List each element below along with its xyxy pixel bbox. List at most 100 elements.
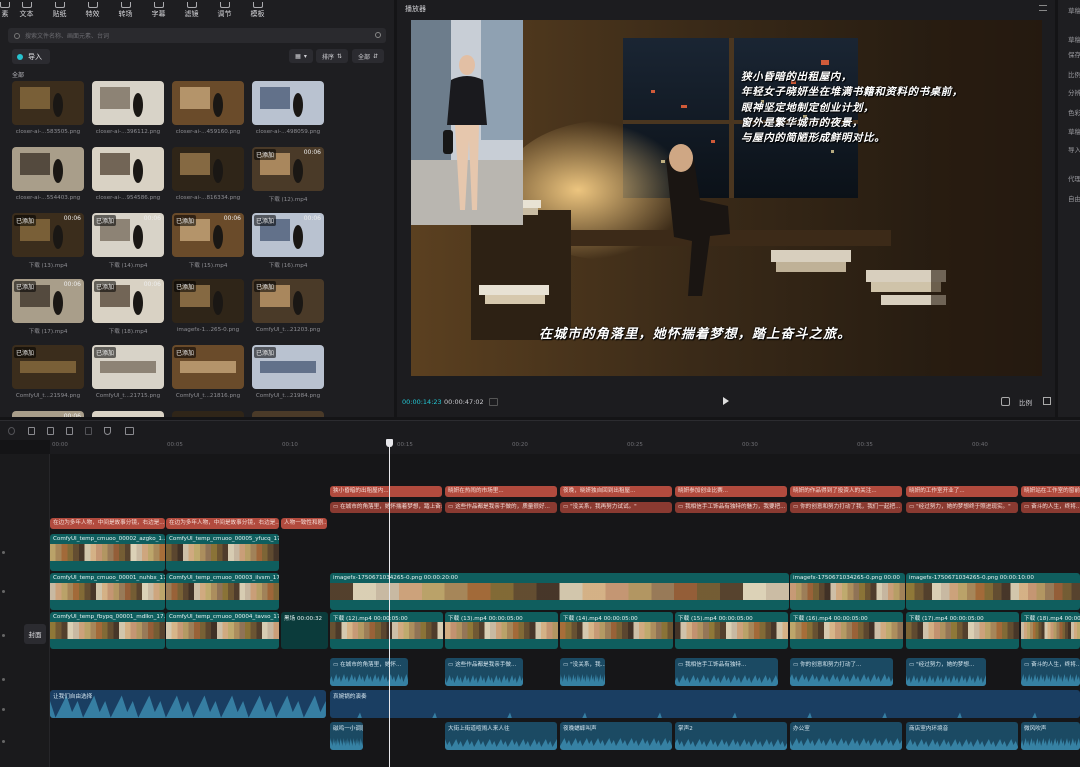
playhead[interactable] <box>389 440 390 767</box>
subtitle-clip[interactable]: ▭ 这些作品都是我亲手做的，质量很好... <box>445 502 557 513</box>
media-thumbnail[interactable]: 已添加 00:06 <box>252 147 324 191</box>
subtitle-clip[interactable]: ▭ 在城市的角落里，她怀揣着梦想，踏上奋斗... <box>330 502 442 513</box>
media-item[interactable]: 已添加 00:06 下载 (17).mp4 <box>12 279 84 335</box>
subtitle-clip[interactable]: 在边为多年人物，中间是故事分镜，右边是... <box>50 518 165 529</box>
cover-button[interactable]: 封面 <box>24 624 46 644</box>
split-left-icon[interactable] <box>47 427 54 435</box>
subtitle-clip[interactable]: 人物一致性和剧... <box>281 518 327 529</box>
media-item[interactable]: 已添加 00:06 下载 (18).mp4 <box>92 279 164 335</box>
media-thumbnail[interactable] <box>12 81 84 125</box>
toolbar-item-8[interactable]: 模板 <box>241 0 274 22</box>
media-item[interactable]: 已添加 ComfyUI_t...21816.png <box>172 345 244 399</box>
undo-icon[interactable] <box>8 427 15 435</box>
media-thumbnail[interactable]: 已添加 <box>12 345 84 389</box>
media-item[interactable]: 已添加 00:06 下载 (12).mp4 <box>252 147 324 203</box>
track-header-icon[interactable] <box>2 678 5 681</box>
timecode-icon[interactable] <box>489 398 498 406</box>
media-thumbnail[interactable]: 已添加 00:06 <box>12 213 84 257</box>
text-clip[interactable]: 晓妍在热闹的市场里... <box>445 486 557 497</box>
ratio-button[interactable]: 比例 <box>1019 397 1032 407</box>
track-header-icon[interactable] <box>2 740 5 743</box>
pip-overlay-image[interactable] <box>411 20 523 225</box>
timeline-ruler[interactable]: 00:00 00:05 00:10 00:15 00:20 00:25 00:30 00:35… <box>50 440 1080 454</box>
media-item[interactable]: 已添加 00:06 下载 (13).mp4 <box>12 213 84 269</box>
toolbar-item-4[interactable]: 转场 <box>109 0 142 22</box>
media-item[interactable]: 已添加 00:06 下载 (15).mp4 <box>172 213 244 269</box>
video-clip[interactable]: ComfyUI_temp_cmuoo_00001_nuhbx_17... <box>50 573 165 610</box>
subtitle-clip[interactable]: ▭ "经过努力，她的梦想终于照进现实。" <box>906 502 1018 513</box>
refresh-icon[interactable] <box>375 32 381 38</box>
play-icon[interactable] <box>723 397 729 405</box>
media-item[interactable] <box>92 411 164 417</box>
fullscreen-icon[interactable] <box>1043 397 1051 405</box>
video-clip[interactable]: imagefx-1750671034265-0.png 00:00 <box>790 573 905 610</box>
subtitle-clip[interactable]: 在边为多年人物，中间是故事分镜，右边是... <box>166 518 279 529</box>
main-video-clip[interactable]: 下载 (15).mp4 00:00:05:00 <box>675 612 788 649</box>
voice-clip[interactable]: ▭ 在城市的角落里，她怀... <box>330 658 408 686</box>
voice-clip[interactable]: ▭ 奋斗的人生，终将... <box>1021 658 1080 686</box>
media-item[interactable]: 已添加 00:06 下载 (14).mp4 <box>92 213 164 269</box>
track-header-icon[interactable] <box>2 590 5 593</box>
media-item[interactable]: 已添加 ComfyUI_t...21203.png <box>252 279 324 333</box>
music-clip[interactable]: 哀婉锅的演奏 <box>330 690 1080 718</box>
media-item[interactable]: 00:06 <box>12 411 84 417</box>
main-video-clip[interactable]: 黑场 00:00:32 <box>281 612 328 649</box>
import-button[interactable]: 导入 <box>12 49 50 64</box>
sound-effect-clip[interactable]: 办公室 <box>790 722 902 750</box>
text-clip[interactable]: 晓妍的作品得到了投资人的关注... <box>790 486 902 497</box>
text-clip[interactable]: 晓妍站在工作室的窗前... <box>1021 486 1080 497</box>
media-item[interactable]: closer-ai-...816334.png <box>172 147 244 201</box>
toolbar-item-6[interactable]: 滤镜 <box>175 0 208 22</box>
toolbar-item-3[interactable]: 特效 <box>76 0 109 22</box>
media-thumbnail[interactable] <box>172 81 244 125</box>
media-item[interactable]: 已添加 imagefx-1...265-0.png <box>172 279 244 333</box>
image-icon[interactable] <box>125 427 134 435</box>
sound-effect-clip[interactable]: 夜晚蟋蟀叫声 <box>560 722 672 750</box>
voice-clip[interactable]: ▭ "没关系，我... <box>560 658 605 686</box>
sound-effect-clip[interactable]: 掌声2 <box>675 722 787 750</box>
main-video-clip[interactable]: 下载 (16).mp4 00:00:05:00 <box>790 612 903 649</box>
sound-effect-clip[interactable]: 商店室内环境音 <box>906 722 1018 750</box>
subtitle-clip[interactable]: ▭ 你的创意和努力打动了我，我们一起把... <box>790 502 902 513</box>
delete-icon[interactable] <box>85 427 92 435</box>
sound-effect-clip[interactable]: 大街上街道喧闹人来人往 <box>445 722 557 750</box>
media-thumbnail[interactable]: 已添加 00:06 <box>92 213 164 257</box>
media-item[interactable]: closer-ai-...396112.png <box>92 81 164 135</box>
track-header-icon[interactable] <box>2 551 5 554</box>
overlay-video-clip[interactable]: ComfyUI_temp_cmuoo_00005_yfucq_17... <box>166 534 279 571</box>
screenshot-icon[interactable] <box>1001 397 1010 406</box>
sound-effect-clip[interactable]: 磁鸣一小调剧 <box>330 722 363 750</box>
voice-clip[interactable]: ▭ "经过努力，她的梦想... <box>906 658 986 686</box>
media-thumbnail[interactable]: 已添加 <box>172 345 244 389</box>
media-thumbnail[interactable] <box>172 147 244 191</box>
media-item[interactable]: 已添加 00:06 下载 (16).mp4 <box>252 213 324 269</box>
media-item[interactable] <box>252 411 324 417</box>
main-video-clip[interactable]: 下载 (12).mp4 00:00:05:00 <box>330 612 443 649</box>
split-right-icon[interactable] <box>66 427 73 435</box>
media-item[interactable]: closer-ai-...954586.png <box>92 147 164 201</box>
marker-icon[interactable] <box>104 427 111 435</box>
video-clip[interactable]: ComfyUI_temp_cmuoo_00003_ilvsm_17... <box>166 573 279 610</box>
overlay-video-clip[interactable]: ComfyUI_temp_cmuoo_00002_azgko_1... <box>50 534 165 571</box>
voice-clip[interactable]: ▭ 你的创意和努力打动了... <box>790 658 893 686</box>
main-video-clip[interactable]: ComfyUI_temp_fbypq_00001_mdlkn_17... <box>50 612 165 649</box>
media-search-input[interactable]: 搜索文件名称、画面元素、台词 <box>8 28 386 43</box>
voice-clip[interactable]: ▭ 这些作品都是我亲手做... <box>445 658 523 686</box>
main-video-clip[interactable]: 下载 (17).mp4 00:00:05:00 <box>906 612 1019 649</box>
view-mode-button[interactable]: ▦ ▾ <box>289 49 313 63</box>
toolbar-item-5[interactable]: 字幕 <box>142 0 175 22</box>
text-clip[interactable]: 狭小昏暗的出租屋内... <box>330 486 442 497</box>
track-header-icon[interactable] <box>2 708 5 711</box>
media-thumbnail[interactable] <box>92 411 164 417</box>
media-item[interactable]: closer-ai-...498059.png <box>252 81 324 135</box>
media-thumbnail[interactable]: 已添加 00:06 <box>92 279 164 323</box>
video-clip[interactable]: imagefx-1750671034265-0.png 00:00:20:00 <box>330 573 789 610</box>
media-thumbnail[interactable] <box>172 411 244 417</box>
sort-button[interactable]: 排序 ⇅ <box>316 49 348 63</box>
media-thumbnail[interactable] <box>252 411 324 417</box>
video-clip[interactable]: imagefx-1750671034265-0.png 00:00:10:00 <box>906 573 1080 610</box>
media-item[interactable]: closer-ai-...459160.png <box>172 81 244 135</box>
sound-effect-clip[interactable]: 微风吹声 <box>1021 722 1080 750</box>
media-item[interactable]: 已添加 ComfyUI_t...21984.png <box>252 345 324 399</box>
text-clip[interactable]: 晓妍参加创业比赛... <box>675 486 787 497</box>
